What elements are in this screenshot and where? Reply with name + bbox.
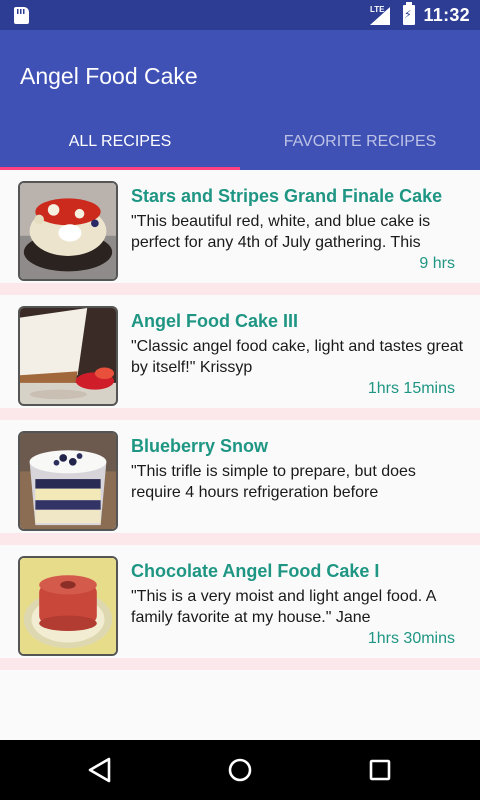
- page-title: Angel Food Cake: [20, 63, 198, 89]
- divider: [0, 283, 480, 295]
- recipe-card[interactable]: Chocolate Angel Food Cake I "This is a v…: [0, 545, 480, 670]
- recipe-description: "This beautiful red, white, and blue cak…: [131, 213, 431, 251]
- recipe-title: Stars and Stripes Grand Finale Cake: [131, 186, 443, 206]
- recipe-description: "This trifle is simple to prepare, but d…: [131, 463, 416, 501]
- divider: [0, 408, 480, 420]
- clock: 11:32: [423, 5, 470, 25]
- network-type-label: LTE: [370, 5, 385, 14]
- recipe-title: Chocolate Angel Food Cake I: [131, 561, 380, 581]
- recipe-title: Blueberry Snow: [131, 436, 269, 456]
- battery-charging-icon: [403, 2, 415, 25]
- recipe-description: "Classic angel food cake, light and tast…: [131, 338, 464, 376]
- recipe-list: Stars and Stripes Grand Finale Cake "Thi…: [0, 170, 480, 670]
- chocolate-angel-cake-photo: [18, 556, 118, 656]
- stars-stripes-cake-photo: [18, 181, 118, 281]
- tab-all-recipes[interactable]: ALL RECIPES: [0, 130, 240, 170]
- navigation-bar: [0, 740, 480, 800]
- recipe-description: "This is a very moist and light angel fo…: [131, 588, 436, 626]
- tab-favorite-recipes[interactable]: FAVORITE RECIPES: [240, 130, 480, 170]
- divider: [0, 658, 480, 670]
- recipe-title: Angel Food Cake III: [131, 311, 299, 331]
- home-icon[interactable]: [224, 754, 256, 786]
- angel-food-cake-slice-photo: [18, 306, 118, 406]
- sd-card-icon: [14, 7, 29, 24]
- recipe-time: 1hrs 15mins: [367, 380, 455, 397]
- recents-icon[interactable]: [364, 754, 396, 786]
- back-icon[interactable]: [84, 754, 116, 786]
- recipe-time: 1hrs 30mins: [367, 630, 455, 647]
- recipe-card[interactable]: Stars and Stripes Grand Finale Cake "Thi…: [0, 170, 480, 295]
- status-bar: LTE 11:32: [0, 0, 480, 30]
- divider: [0, 533, 480, 545]
- recipe-card[interactable]: Angel Food Cake III "Classic angel food …: [0, 295, 480, 420]
- app-bar: Angel Food Cake ALL RECIPES FAVORITE REC…: [0, 30, 480, 170]
- blueberry-trifle-photo: [18, 431, 118, 531]
- recipe-card[interactable]: Blueberry Snow "This trifle is simple to…: [0, 420, 480, 545]
- recipe-time: 9 hrs: [419, 255, 455, 272]
